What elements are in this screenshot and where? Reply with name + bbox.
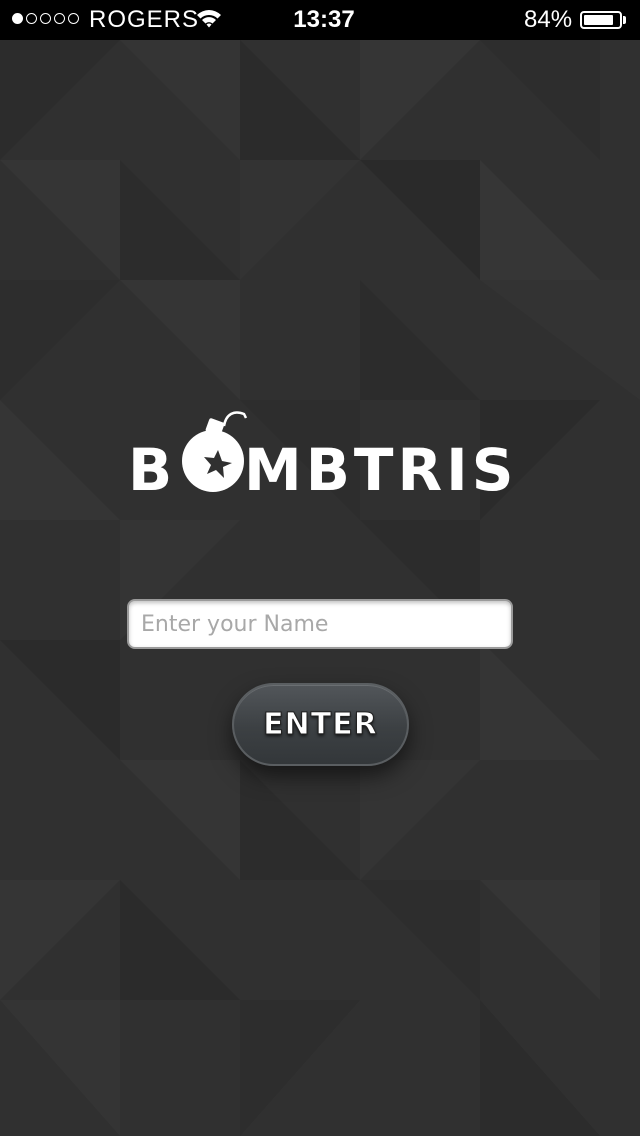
name-input[interactable] (127, 599, 513, 649)
bombtris-logo: B MBTRIS (128, 408, 528, 504)
logo-first-letter: B (128, 436, 177, 504)
enter-button-label: ENTER (263, 707, 378, 743)
battery-fill (584, 15, 613, 25)
background-pattern (0, 0, 640, 1136)
battery-percent: 84% (524, 6, 573, 33)
battery-icon (580, 11, 622, 29)
bomb-icon (182, 411, 248, 492)
app-screen: ROGERS 13:37 84% B MBTRIS ENTER (0, 0, 640, 1136)
status-bar: ROGERS 13:37 84% (0, 0, 640, 40)
battery-tip (623, 16, 626, 24)
enter-button[interactable]: ENTER (232, 683, 409, 766)
logo-rest-letters: MBTRIS (244, 436, 518, 504)
